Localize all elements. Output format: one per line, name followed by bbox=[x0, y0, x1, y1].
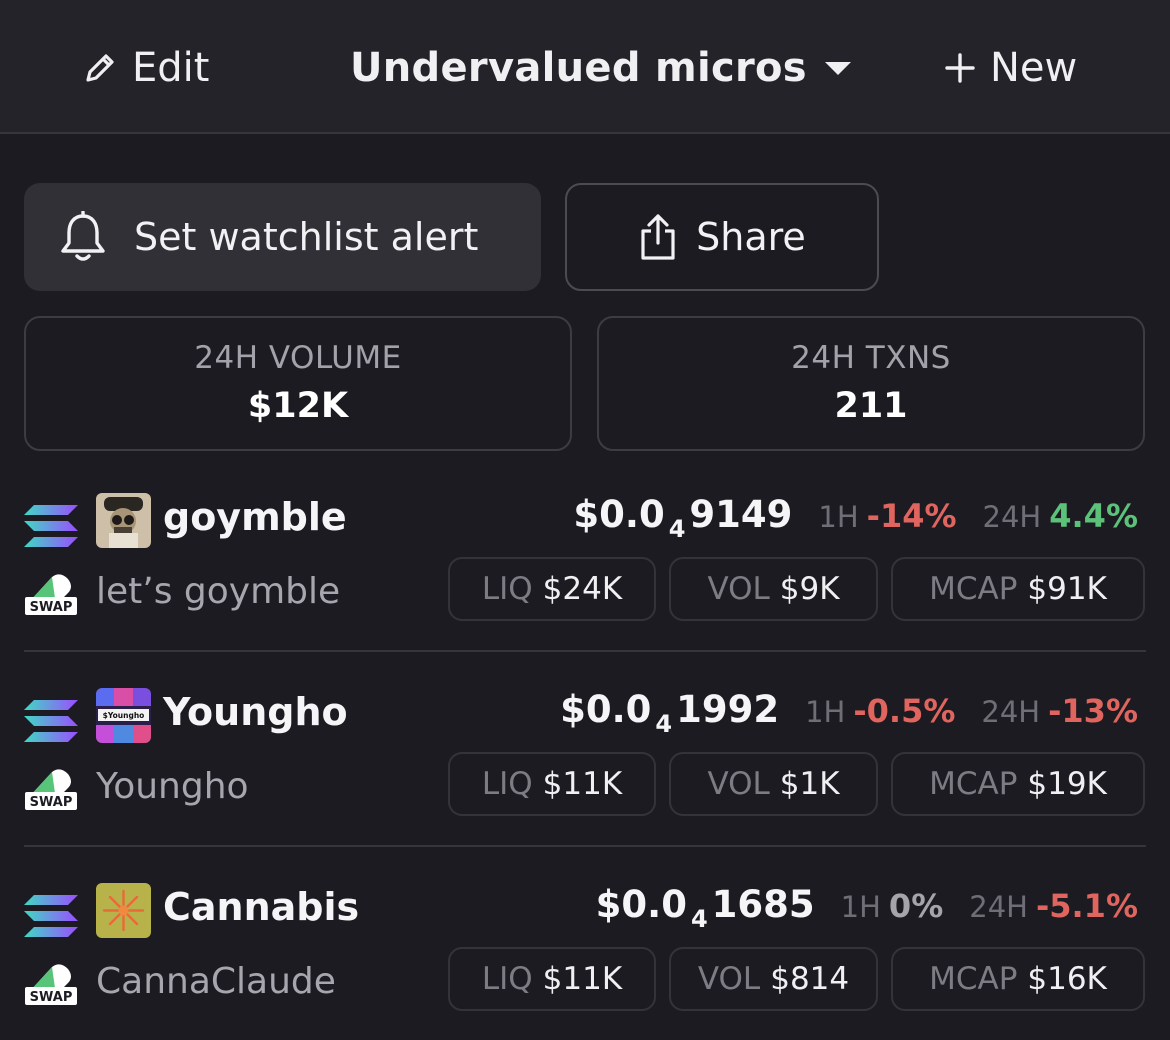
volume-value: $12K bbox=[247, 386, 349, 426]
token-avatar bbox=[96, 493, 151, 548]
txns-label: 24H TXNS bbox=[791, 340, 951, 376]
liquidity-chip: LIQ $24K bbox=[448, 557, 656, 621]
token-price: $0.0 4 1992 bbox=[560, 688, 780, 738]
token-name: CannaClaude bbox=[96, 961, 336, 1002]
solana-icon bbox=[24, 895, 78, 937]
svg-text:SWAP: SWAP bbox=[30, 600, 73, 615]
bell-icon bbox=[61, 211, 105, 261]
caret-down-icon bbox=[824, 62, 851, 75]
price-line: $0.0 4 9149 1H -14% 24H 4.4% bbox=[573, 493, 1138, 549]
watchlist-selector[interactable]: Undervalued micros bbox=[350, 40, 853, 96]
share-label: Share bbox=[696, 215, 806, 259]
plus-icon bbox=[945, 53, 975, 83]
liquidity-chip: LIQ $11K bbox=[448, 752, 656, 816]
change-1h-label: 1H bbox=[818, 500, 859, 534]
change-1h-value: -14% bbox=[866, 497, 957, 535]
price-line: $0.0 4 1685 1H 0% 24H -5.1% bbox=[596, 883, 1138, 939]
pencil-icon bbox=[86, 54, 114, 82]
change-1h-value: -0.5% bbox=[853, 692, 956, 730]
token-price: $0.0 4 1685 bbox=[595, 883, 815, 933]
token-row[interactable]: goymble SWAP let’s goymble $0.0 4 9149 1H … bbox=[0, 493, 1170, 688]
change-24h-value: 4.4% bbox=[1049, 497, 1138, 535]
volume-stat-card: 24H VOLUME $12K bbox=[24, 316, 572, 451]
row-divider bbox=[24, 845, 1146, 847]
liquidity-chip: LIQ $11K bbox=[448, 947, 656, 1011]
edit-label: Edit bbox=[132, 45, 210, 91]
volume-chip: VOL $814 bbox=[669, 947, 878, 1011]
change-24h-label: 24H bbox=[969, 890, 1028, 924]
swap-icon: SWAP bbox=[25, 769, 77, 810]
token-name: Youngho bbox=[96, 766, 249, 807]
edit-button[interactable]: Edit bbox=[82, 40, 209, 96]
volume-chip: VOL $1K bbox=[669, 752, 878, 816]
solana-icon bbox=[24, 700, 78, 742]
token-symbol: Cannabis bbox=[163, 885, 360, 929]
share-button[interactable]: Share bbox=[565, 183, 879, 291]
row-divider bbox=[24, 650, 1146, 652]
token-symbol: Youngho bbox=[163, 690, 348, 734]
alert-label: Set watchlist alert bbox=[134, 215, 479, 259]
token-symbol: goymble bbox=[163, 495, 347, 539]
watchlist-title: Undervalued micros bbox=[350, 45, 807, 91]
token-avatar: $Youngho bbox=[96, 688, 151, 743]
market-cap-chip: MCAP $16K bbox=[891, 947, 1145, 1011]
share-icon bbox=[641, 214, 675, 260]
token-avatar bbox=[96, 883, 151, 938]
market-cap-chip: MCAP $19K bbox=[891, 752, 1145, 816]
volume-chip: VOL $9K bbox=[669, 557, 878, 621]
token-price: $0.0 4 9149 bbox=[573, 493, 793, 543]
volume-label: 24H VOLUME bbox=[194, 340, 402, 376]
swap-icon: SWAP bbox=[25, 964, 77, 1005]
svg-text:SWAP: SWAP bbox=[30, 990, 73, 1005]
change-24h-value: -13% bbox=[1048, 692, 1138, 730]
change-1h-label: 1H bbox=[840, 890, 881, 924]
watchlist-header: Edit Undervalued micros New bbox=[0, 0, 1170, 134]
token-row[interactable]: Cannabis SWAP CannaClaude $0.0 4 1685 1H 0… bbox=[0, 883, 1170, 1040]
change-24h-label: 24H bbox=[981, 695, 1041, 729]
set-watchlist-alert-button[interactable]: Set watchlist alert bbox=[24, 183, 541, 291]
svg-text:$Youngho: $Youngho bbox=[103, 711, 145, 720]
change-1h-label: 1H bbox=[805, 695, 846, 729]
change-24h-value: -5.1% bbox=[1035, 887, 1138, 925]
svg-text:SWAP: SWAP bbox=[30, 795, 73, 810]
txns-value: 211 bbox=[834, 386, 908, 426]
txns-stat-card: 24H TXNS 211 bbox=[597, 316, 1145, 451]
new-label: New bbox=[990, 45, 1078, 91]
swap-icon: SWAP bbox=[25, 574, 77, 615]
token-name: let’s goymble bbox=[96, 571, 341, 612]
token-row[interactable]: $Youngho Youngho SWAP Youngho $0.0 4 1992 … bbox=[0, 688, 1170, 883]
new-watchlist-button[interactable]: New bbox=[944, 40, 1077, 96]
solana-icon bbox=[24, 505, 78, 547]
market-cap-chip: MCAP $91K bbox=[891, 557, 1145, 621]
price-line: $0.0 4 1992 1H -0.5% 24H -13% bbox=[560, 688, 1138, 744]
change-1h-value: 0% bbox=[888, 887, 944, 925]
change-24h-label: 24H bbox=[982, 500, 1042, 534]
